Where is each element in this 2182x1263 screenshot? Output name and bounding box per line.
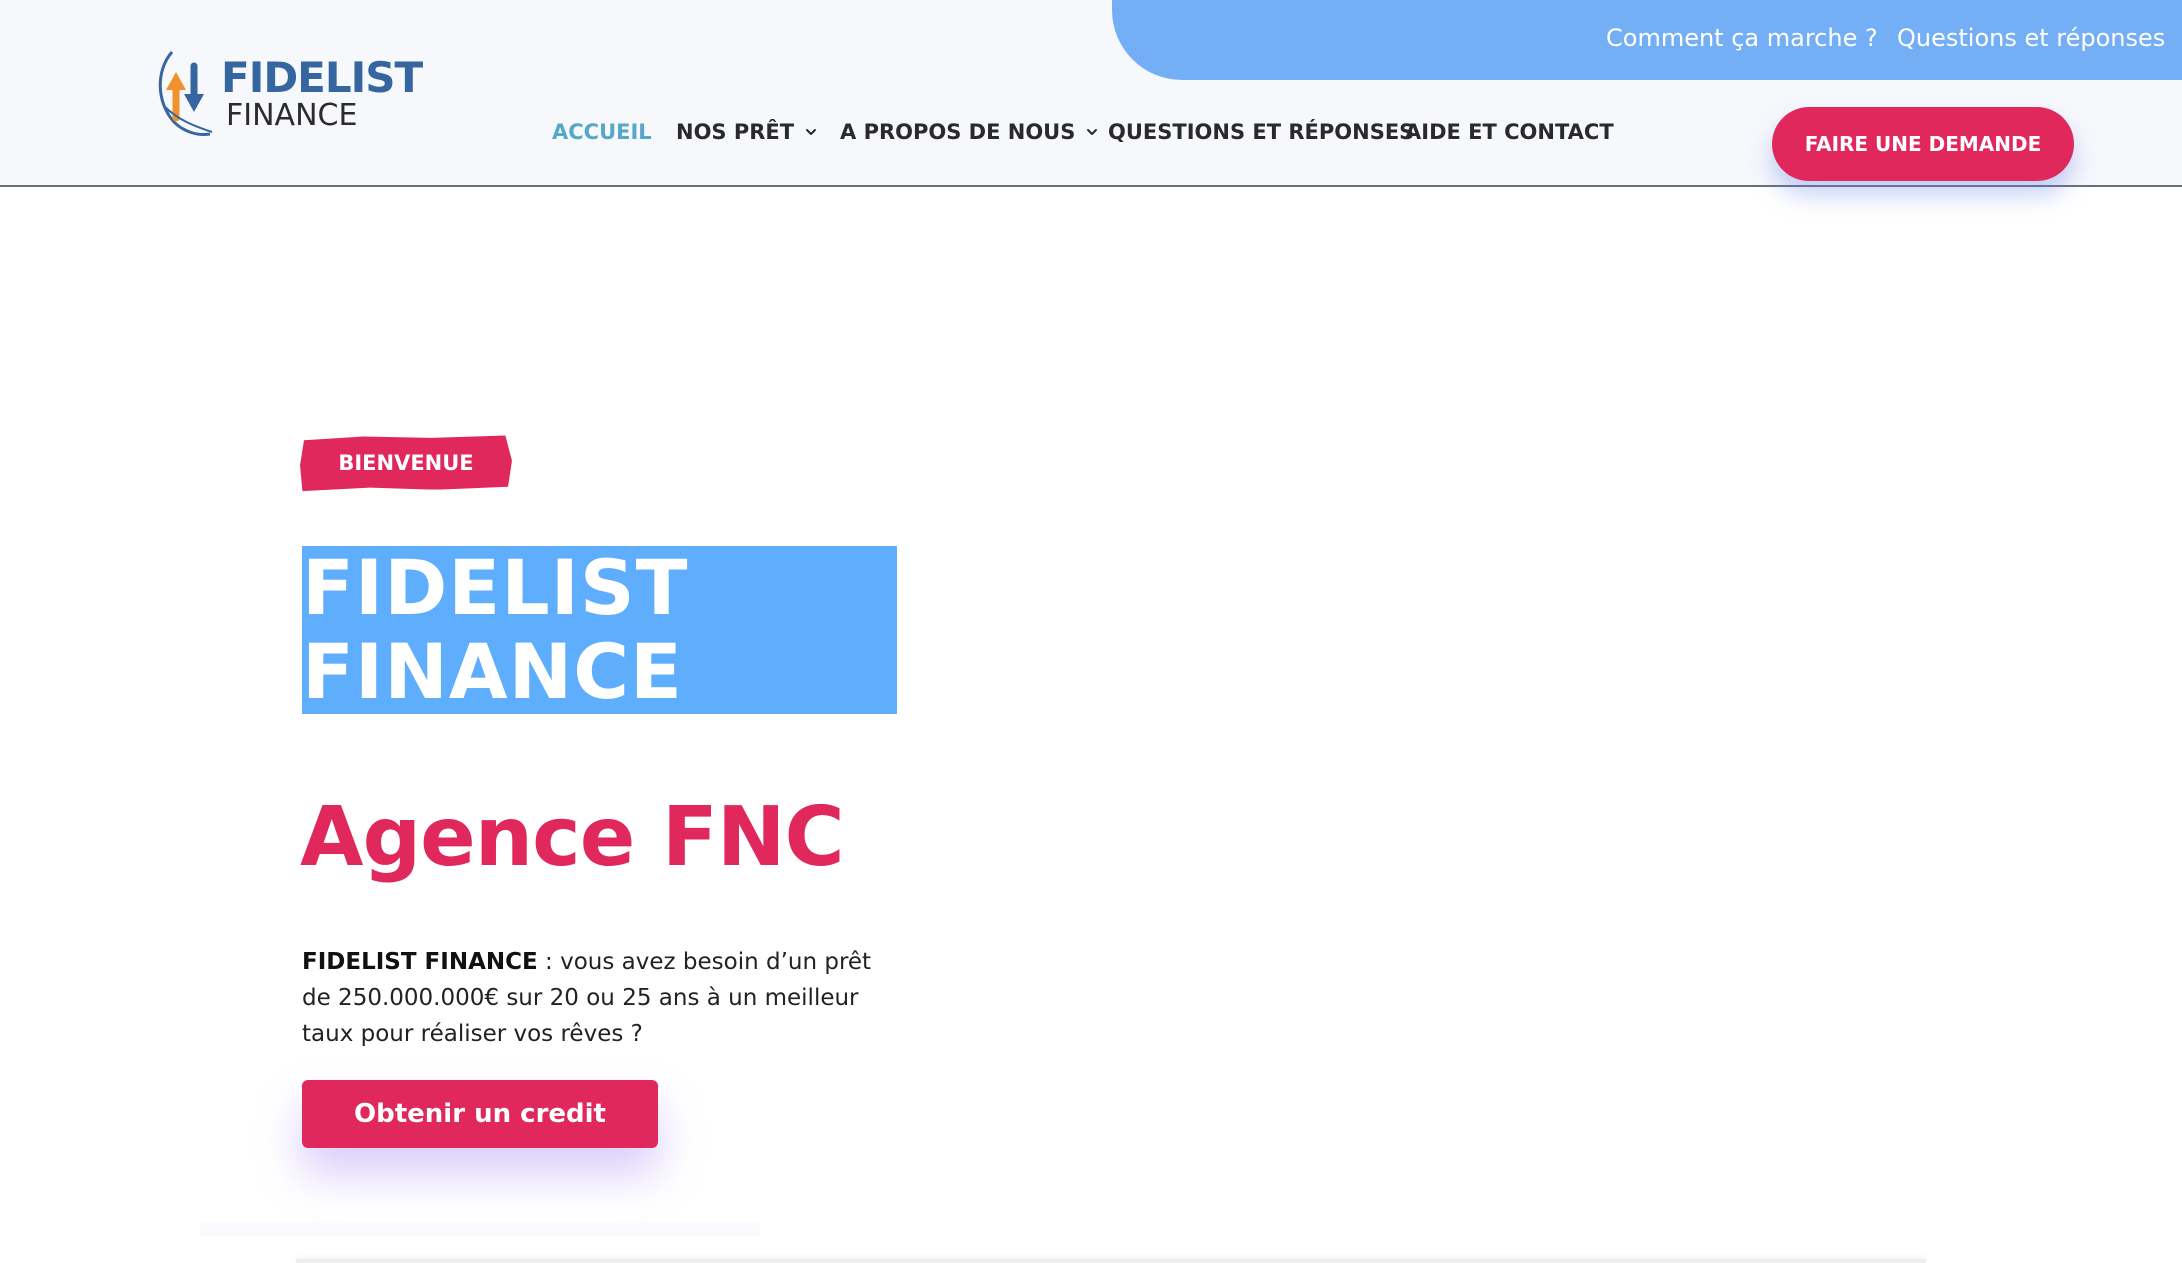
nav-item-label: QUESTIONS ET RÉPONSES — [1108, 120, 1415, 144]
logo-text-finance: FINANCE — [226, 98, 358, 133]
top-utility-bar: Comment ça marche ? Questions et réponse… — [1112, 0, 2182, 80]
topbar-link-how-it-works[interactable]: Comment ça marche ? — [1606, 24, 1878, 52]
nav-item-accueil[interactable]: ACCUEIL — [552, 120, 652, 144]
hero-description-brand: FIDELIST FINANCE — [302, 949, 538, 975]
obtenir-credit-button[interactable]: Obtenir un credit — [302, 1080, 658, 1148]
hero-title: FIDELIST FINANCE — [302, 546, 897, 714]
site-header: Comment ça marche ? Questions et réponse… — [0, 0, 2182, 187]
hero-subtitle: Agence FNC — [300, 790, 845, 885]
topbar-link-faq[interactable]: Questions et réponses — [1897, 24, 2165, 52]
nav-item-label: NOS PRÊT — [676, 120, 795, 144]
nav-item-a-propos[interactable]: A PROPOS DE NOUS — [840, 120, 1099, 144]
chevron-down-icon — [806, 129, 817, 135]
welcome-badge: BIENVENUE — [338, 451, 474, 475]
nav-item-label: A PROPOS DE NOUS — [840, 120, 1076, 144]
logo-text-fidelist: FIDELIST — [221, 53, 423, 102]
hero-title-line1: FIDELIST — [302, 543, 689, 632]
nav-item-nos-pret[interactable]: NOS PRÊT — [676, 120, 818, 144]
site-logo[interactable]: FIDELIST FINANCE — [154, 46, 423, 146]
arrows-cycle-icon — [158, 51, 213, 136]
hero-description: FIDELIST FINANCE : vous avez besoin d’un… — [302, 944, 902, 1052]
hero-title-line2: FINANCE — [302, 627, 683, 716]
faire-une-demande-button[interactable]: FAIRE UNE DEMANDE — [1772, 107, 2074, 181]
nav-item-label: ACCUEIL — [552, 120, 652, 144]
next-section-edge — [296, 1259, 1926, 1263]
chevron-down-icon — [1087, 129, 1098, 135]
nav-item-aide-contact[interactable]: AIDE ET CONTACT — [1405, 120, 1614, 144]
nav-item-questions-reponses[interactable]: QUESTIONS ET RÉPONSES — [1108, 120, 1414, 144]
section-glow — [200, 1222, 760, 1236]
nav-item-label: AIDE ET CONTACT — [1405, 120, 1614, 144]
